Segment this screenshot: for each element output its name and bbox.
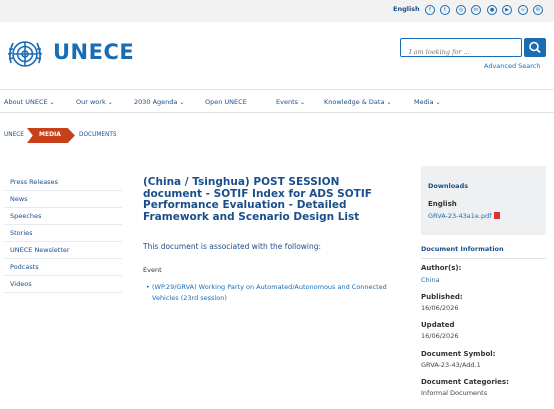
search-icon (529, 41, 541, 54)
search-field[interactable] (400, 38, 522, 61)
sidebar-item-press-releases[interactable]: Press Releases (4, 174, 122, 191)
bullet-icon: • (146, 284, 150, 291)
updated-label: Updated (421, 321, 455, 329)
sidebar-item-news[interactable]: News (4, 191, 122, 208)
youtube-icon[interactable]: ▶ (502, 5, 512, 15)
chevron-down-icon: ⌄ (300, 99, 306, 106)
main-nav: About UNECE ⌄ Our work ⌄ 2030 Agenda ⌄ Open… (0, 89, 554, 113)
nav-our-work[interactable]: Our work ⌄ (76, 98, 113, 106)
nav-about-unece[interactable]: About UNECE ⌄ (4, 98, 55, 106)
sidebar-item-videos[interactable]: Videos (4, 276, 122, 293)
symbol-label: Document Symbol: (421, 350, 496, 358)
twitter-icon[interactable]: t (440, 5, 450, 15)
search-input[interactable] (401, 43, 519, 61)
download-file-link[interactable]: GRVA-23-43a1e.pdf (428, 212, 500, 220)
breadcrumb-home[interactable]: UNECE (4, 132, 24, 138)
top-utility-bar: English f t ◎ in ● ▶ ≈ ✉ (0, 0, 554, 22)
instagram-icon[interactable]: ◎ (456, 5, 466, 15)
sidebar-item-newsletter[interactable]: UNECE Newsletter (4, 242, 122, 259)
updated-value: 16/06/2026 (421, 332, 459, 340)
download-language: English (428, 200, 457, 208)
chevron-down-icon: ⌄ (386, 99, 392, 106)
unece-logo-text[interactable]: UNECE (53, 40, 134, 64)
page-title: (China / Tsinghua) POST SESSION document… (143, 176, 372, 223)
chevron-down-icon: ⌄ (179, 99, 185, 106)
document-info-heading: Document Information (421, 245, 504, 253)
advanced-search-link[interactable]: Advanced Search (484, 62, 541, 70)
nav-2030-agenda[interactable]: 2030 Agenda ⌄ (134, 98, 184, 106)
categories-value: Informal Documents (421, 389, 488, 397)
nav-open-unece[interactable]: Open UNECE (205, 98, 247, 106)
linkedin-icon[interactable]: in (471, 5, 481, 15)
flickr-icon[interactable]: ● (487, 5, 497, 15)
published-value: 16/06/2026 (421, 304, 459, 312)
rss-icon[interactable]: ≈ (518, 5, 528, 15)
nav-knowledge-data[interactable]: Knowledge & Data ⌄ (324, 98, 391, 106)
event-link[interactable]: (WP.29/GRVA) Working Party on Automated/… (152, 282, 392, 304)
language-selector[interactable]: English (393, 5, 420, 13)
author-value[interactable]: China (421, 276, 440, 284)
chevron-down-icon: ⌄ (435, 99, 441, 106)
chevron-down-icon: ⌄ (107, 99, 113, 106)
newsletter-icon[interactable]: ✉ (533, 5, 543, 15)
breadcrumb-documents: DOCUMENTS (79, 132, 117, 138)
association-heading: This document is associated with the fol… (143, 242, 322, 251)
chevron-down-icon: ⌄ (49, 99, 55, 106)
nav-media[interactable]: Media ⌄ (414, 98, 441, 106)
sidebar-item-stories[interactable]: Stories (4, 225, 122, 242)
downloads-heading: Downloads (428, 182, 469, 190)
symbol-value: GRVA-23-43/Add.1 (421, 361, 481, 369)
author-label: Author(s): (421, 264, 462, 272)
breadcrumb-media[interactable]: MEDIA (27, 128, 75, 143)
event-label: Event (143, 266, 162, 274)
categories-label: Document Categories: (421, 378, 509, 386)
un-emblem-logo[interactable] (4, 33, 46, 75)
divider (421, 258, 546, 259)
search-button[interactable] (524, 38, 546, 57)
published-label: Published: (421, 293, 463, 301)
downloads-panel: Downloads English GRVA-23-43a1e.pdf (421, 166, 546, 235)
pdf-icon (493, 212, 500, 219)
sidebar-item-speeches[interactable]: Speeches (4, 208, 122, 225)
sidebar-item-podcasts[interactable]: Podcasts (4, 259, 122, 276)
facebook-icon[interactable]: f (425, 5, 435, 15)
nav-events[interactable]: Events ⌄ (276, 98, 305, 106)
